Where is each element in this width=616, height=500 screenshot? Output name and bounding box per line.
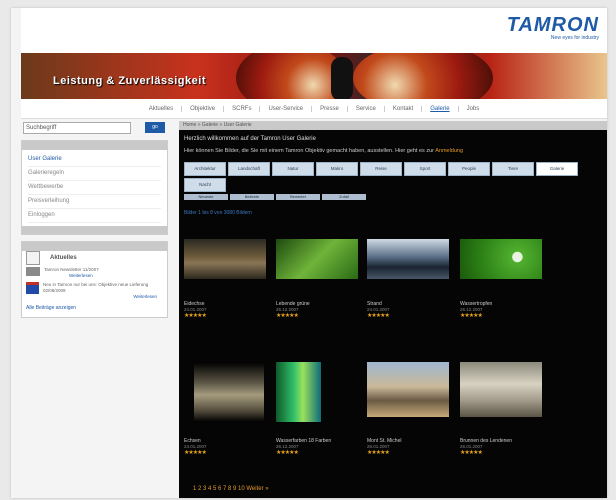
breadcrumb: Home » Galerie » User Galerie (179, 121, 607, 130)
photo-stars[interactable]: ★★★★★ (367, 312, 453, 319)
news-box: Aktuelles Tamron Newsletter 11/2007 Weit… (21, 241, 168, 318)
photo-thumbnail[interactable] (276, 239, 358, 279)
category-tab[interactable]: Reise (360, 162, 402, 176)
nav-item[interactable]: User-Service (260, 105, 313, 112)
news-item-text: Neu in Tamron nur bei uns: Objektive neu… (43, 282, 149, 293)
category-tab[interactable]: Makro (316, 162, 358, 176)
hero-banner: Leistung & Zuverlässigkeit (21, 53, 607, 99)
sort-tab[interactable]: Beliebte (230, 194, 274, 200)
sidebar-menu-item[interactable]: Wettbewerbe (28, 181, 161, 195)
photo-thumbnail[interactable] (367, 239, 449, 279)
news-title: Aktuelles (50, 255, 77, 261)
photo-card[interactable]: Mont St. Michel 26.01.2007 ★★★★★ (367, 362, 453, 456)
sidebar-menu-item[interactable]: User Galerie (28, 153, 161, 167)
news-thumbnail (26, 282, 40, 294)
photo-stars[interactable]: ★★★★★ (276, 449, 362, 456)
photo-thumbnail[interactable] (194, 362, 264, 422)
news-item[interactable]: Tamron Newsletter 11/2007 Weiterlesen (22, 265, 167, 280)
category-tab[interactable]: Tiere (492, 162, 534, 176)
nav-item[interactable]: Service (348, 105, 385, 112)
photo-card[interactable]: Lebende grüne 26.12.2007 ★★★★★ (276, 239, 362, 319)
pagination[interactable]: 1 2 3 4 5 6 7 8 9 10 Weiter » (193, 486, 269, 492)
photo-thumbnail[interactable] (460, 362, 542, 417)
search-button[interactable]: go (145, 122, 165, 133)
photo-stars[interactable]: ★★★★★ (460, 312, 546, 319)
photo-stars[interactable]: ★★★★★ (276, 312, 362, 319)
sidebar-menu-box: User Galerie Galerieregeln Wettbewerbe Prei… (21, 140, 168, 235)
butterfly-wing-left (236, 53, 346, 99)
sort-tab[interactable]: Bewertet (276, 194, 320, 200)
welcome-text: Herzlich willkommen auf der Tamron User … (184, 136, 316, 142)
tamron-logo[interactable]: TAMRON New eyes for industry (507, 14, 599, 41)
read-more-link[interactable]: Weiterlesen (44, 273, 99, 278)
category-tabs: Architektur Landschaft Natur Makro Reise Spor… (179, 154, 607, 194)
nav-item[interactable]: Presse (312, 105, 348, 112)
box-footer-bar (22, 226, 167, 234)
news-item[interactable]: Neu in Tamron nur bei uns: Objektive neu… (22, 280, 167, 301)
category-tab[interactable]: People (448, 162, 490, 176)
signup-link[interactable]: Anmeldung (435, 148, 463, 154)
butterfly-wing-right (353, 53, 493, 99)
photo-card[interactable]: Eidechse 24.01.2007 ★★★★★ (184, 239, 270, 319)
category-tab[interactable]: Architektur (184, 162, 226, 176)
nav-item[interactable]: Aktuelles (141, 105, 183, 112)
box-header-bar (22, 242, 167, 251)
photo-card[interactable]: Echsen 24.01.2007 ★★★★★ (184, 362, 270, 456)
sidebar-menu-item[interactable]: Preisverleihung (28, 195, 161, 209)
brand-text: TAMRON (506, 14, 599, 36)
nav-item[interactable]: Objektive (182, 105, 225, 112)
photo-card[interactable]: Wassertropfen 26.12.2007 ★★★★★ (460, 239, 546, 319)
category-tab[interactable]: Sport (404, 162, 446, 176)
intro-body: Hier können Sie Bilder, die Sie mit eine… (184, 148, 434, 154)
sidebar: Suchbegriff go User Galerie Galerieregeln… (21, 121, 168, 324)
sidebar-menu: User Galerie Galerieregeln Wettbewerbe Prei… (22, 150, 167, 226)
search-box: Suchbegriff go (21, 121, 168, 134)
main-nav: Aktuelles Objektive SCRFs User-Service Press… (21, 99, 607, 119)
nav-item[interactable]: SCRFs (224, 105, 261, 112)
photo-stars[interactable]: ★★★★★ (184, 449, 270, 456)
photo-card[interactable]: Wasserfarben 18 Farben 26.12.2007 ★★★★★ (276, 362, 362, 456)
photo-card[interactable]: Strand 24.01.2007 ★★★★★ (367, 239, 453, 319)
nav-item[interactable]: Galerie (422, 105, 459, 112)
photo-thumbnail[interactable] (367, 362, 449, 417)
image-counter: Bilder 1 bis 8 von 3080 Bildern (184, 210, 252, 216)
butterfly-body (331, 57, 353, 99)
news-thumbnail (26, 267, 40, 276)
sort-tab[interactable]: Zufall (322, 194, 366, 200)
read-more-link[interactable]: Weiterlesen (43, 294, 163, 299)
sidebar-menu-item[interactable]: Einloggen (28, 209, 161, 223)
all-news-link[interactable]: Alle Beiträge anzeigen (22, 301, 167, 317)
photo-thumbnail[interactable] (276, 362, 321, 422)
photo-stars[interactable]: ★★★★★ (184, 312, 270, 319)
search-input[interactable]: Suchbegriff (23, 122, 131, 134)
category-tab[interactable]: Landschaft (228, 162, 270, 176)
news-header: Aktuelles (22, 251, 167, 265)
page: TAMRON New eyes for industry Leistung & … (11, 8, 607, 498)
banner-title: Leistung & Zuverlässigkeit (53, 75, 206, 87)
category-tab[interactable]: Natur (272, 162, 314, 176)
nav-item[interactable]: Kontakt (385, 105, 423, 112)
photo-thumbnail[interactable] (184, 239, 266, 279)
news-icon (26, 251, 40, 265)
category-tab[interactable]: Galerie (536, 162, 578, 176)
gallery-main: Home » Galerie » User Galerie Herzlich w… (179, 121, 607, 498)
photo-stars[interactable]: ★★★★★ (367, 449, 453, 456)
intro-text: Hier können Sie Bilder, die Sie mit eine… (179, 142, 607, 154)
photo-card[interactable]: Brunnen des Lendenen 26.01.2007 ★★★★★ (460, 362, 546, 456)
photo-thumbnail[interactable] (460, 239, 542, 279)
header: TAMRON New eyes for industry (21, 8, 607, 53)
sidebar-menu-item[interactable]: Galerieregeln (28, 167, 161, 181)
photo-stars[interactable]: ★★★★★ (460, 449, 546, 456)
sort-tab[interactable]: Neueste (184, 194, 228, 200)
nav-item[interactable]: Jobs (459, 106, 488, 112)
box-header-bar (22, 141, 167, 150)
category-tab[interactable]: Nacht (184, 178, 226, 192)
